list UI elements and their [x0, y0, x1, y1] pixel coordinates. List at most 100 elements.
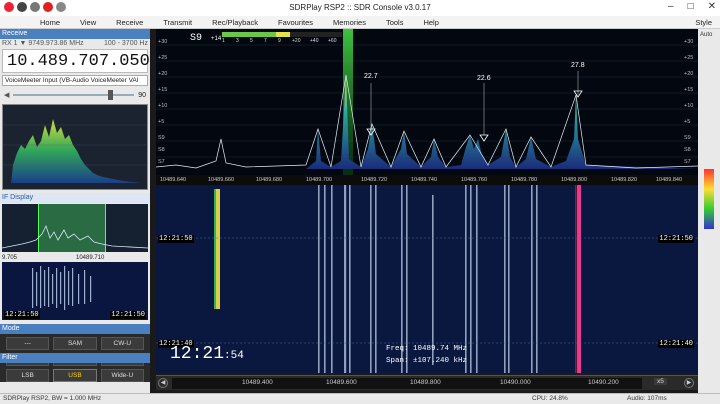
audio-spectrum — [2, 104, 148, 190]
menu-favourites[interactable]: Favourites — [268, 18, 323, 27]
clock-display: 12:21:54 — [170, 344, 244, 364]
menu-receive[interactable]: Receive — [106, 18, 153, 27]
menu-home[interactable]: Home — [30, 18, 70, 27]
db-tick: +5 — [684, 119, 691, 125]
mode-button-cw-u[interactable]: CW-U — [100, 337, 144, 350]
status-cpu: CPU: 24.8% — [532, 395, 568, 402]
color-range-slider[interactable] — [704, 169, 714, 229]
freq-readout: Freq: 10489.74 MHz — [386, 345, 468, 353]
volume-slider[interactable] — [13, 90, 135, 100]
db-tick: +25 — [684, 55, 694, 61]
mode-button-usb[interactable]: USB — [53, 369, 97, 382]
db-tick: +25 — [158, 55, 168, 61]
volume-value: 90 — [138, 91, 146, 99]
audio-spectrum-graph — [3, 119, 147, 183]
wf-time-label: 12:21:50 — [658, 235, 694, 243]
frequency-info: Freq: 10489.74 MHz Span: ±107.240 kHz — [386, 343, 467, 367]
spectrum-graph — [156, 29, 698, 175]
clock-time: 12:21 — [170, 344, 225, 364]
peak-label-3: 27.8 — [571, 62, 585, 69]
menu-help[interactable]: Help — [413, 18, 448, 27]
wf-time-label: 12:21:50 — [158, 235, 194, 243]
smeter-tick: 5 — [250, 38, 253, 44]
db-tick: S7 — [158, 159, 165, 165]
freq-tick: 10489.640 — [160, 177, 186, 183]
peak-label-2: 22.6 — [477, 75, 491, 82]
clock-seconds: :54 — [224, 350, 244, 362]
if-spectrum: 9.705 10489.710 — [2, 204, 148, 261]
rx-line: RX 1 ▼ 9749.973.86 MHz 100 - 3700 Hz — [2, 40, 148, 47]
freq-tick: 10489.700 — [306, 177, 332, 183]
main-display: S9 +14 1 3 5 7 9 +20 +40 +60 22.7 22.6 2… — [156, 29, 698, 373]
mode-button-sam[interactable]: SAM — [53, 337, 97, 350]
mode-header[interactable]: Mode — [0, 324, 150, 334]
bottom-tick: 10489.600 — [326, 379, 357, 386]
rx-label: RX 1 — [2, 40, 18, 47]
menu-transmit[interactable]: Transmit — [153, 18, 202, 27]
peak-label-1: 22.7 — [364, 73, 378, 80]
frequency-display[interactable]: 10.489.707.050 — [2, 49, 150, 73]
smeter-tick: +60 — [328, 38, 337, 44]
db-tick: S8 — [684, 147, 691, 153]
minimize-icon[interactable]: – — [668, 1, 674, 12]
mode-button-wide-u[interactable]: Wide-U — [100, 369, 144, 382]
style-menu[interactable]: Style — [695, 18, 712, 27]
maximize-icon[interactable]: □ — [688, 1, 694, 12]
zoom-select[interactable]: x5 — [654, 378, 667, 385]
freq-tick: 10489.720 — [361, 177, 387, 183]
freq-tick: 10489.740 — [411, 177, 437, 183]
smeter-tick: +40 — [310, 38, 319, 44]
audio-device-select[interactable]: VoiceMeeter Input (VB-Audio VoiceMeeter … — [2, 75, 148, 86]
window-title: SDRPlay RSP2 :: SDR Console v3.0.17 — [289, 3, 431, 12]
menu-rec-playback[interactable]: Rec/Playback — [202, 18, 268, 27]
db-tick: +15 — [684, 87, 694, 93]
menu-view[interactable]: View — [70, 18, 106, 27]
menu-tools[interactable]: Tools — [376, 18, 414, 27]
mode-button-off[interactable]: --- — [6, 337, 50, 350]
menu-memories[interactable]: Memories — [323, 18, 376, 27]
db-tick: +5 — [158, 119, 165, 125]
if-left-freq: 9.705 — [2, 255, 18, 261]
smeter-tick: 9 — [278, 38, 281, 44]
if-clock-left: 12:21:50 — [4, 311, 40, 319]
freq-tick: 10489.680 — [256, 177, 282, 183]
freq-tick: 10489.820 — [611, 177, 637, 183]
title-bar: SDRPlay RSP2 :: SDR Console v3.0.17 – □ … — [0, 0, 720, 16]
db-tick: +10 — [684, 103, 694, 109]
db-tick: +15 — [158, 87, 168, 93]
if-clock-right: 12:21:50 — [110, 311, 146, 319]
filter-header[interactable]: Filter — [0, 353, 150, 363]
freq-tick: 10489.840 — [656, 177, 682, 183]
bottom-tick: 10490.200 — [588, 379, 619, 386]
smeter-tick: +20 — [292, 38, 301, 44]
smeter-tick: 7 — [264, 38, 267, 44]
freq-tick: 10489.760 — [461, 177, 487, 183]
window-controls: – □ ✕ — [668, 1, 716, 12]
smeter-tick: 3 — [236, 38, 239, 44]
rx-frequency: 9749.973.86 MHz — [28, 40, 84, 47]
menu-bar: Home View Receive Transmit Rec/Playback … — [0, 16, 720, 29]
spectrum-panel[interactable]: S9 +14 1 3 5 7 9 +20 +40 +60 22.7 22.6 2… — [156, 29, 698, 181]
scroll-right-icon[interactable]: ▶ — [684, 378, 694, 388]
wf-time-label: 12:21:40 — [658, 340, 694, 348]
close-icon[interactable]: ✕ — [708, 1, 716, 12]
mode-button-lsb[interactable]: LSB — [6, 369, 50, 382]
frequency-axis: 10489.640 10489.660 10489.680 10489.700 … — [156, 175, 698, 185]
receive-header[interactable]: Receive — [0, 29, 150, 39]
volume-row: ◀ 90 — [0, 88, 150, 102]
speaker-icon[interactable]: ◀ — [4, 91, 9, 99]
smeter-sub: +14 — [211, 36, 222, 42]
bottom-tick: 10489.400 — [242, 379, 273, 386]
left-panel: Receive RX 1 ▼ 9749.973.86 MHz 100 - 370… — [0, 29, 150, 404]
status-audio: Audio: 107ms — [627, 395, 667, 402]
db-tick: +30 — [684, 39, 694, 45]
bottom-tick: 10490.000 — [500, 379, 531, 386]
if-display-header[interactable]: IF Display — [0, 193, 150, 203]
db-tick: +20 — [684, 71, 694, 77]
db-tick: S7 — [684, 159, 691, 165]
scroll-left-icon[interactable]: ◀ — [158, 378, 168, 388]
bottom-scale-bar: ◀ 10489.400 10489.600 10489.800 10490.00… — [156, 375, 698, 390]
db-tick: +20 — [158, 71, 168, 77]
auto-button[interactable]: Auto — [700, 32, 712, 38]
db-tick: S9 — [158, 135, 165, 141]
